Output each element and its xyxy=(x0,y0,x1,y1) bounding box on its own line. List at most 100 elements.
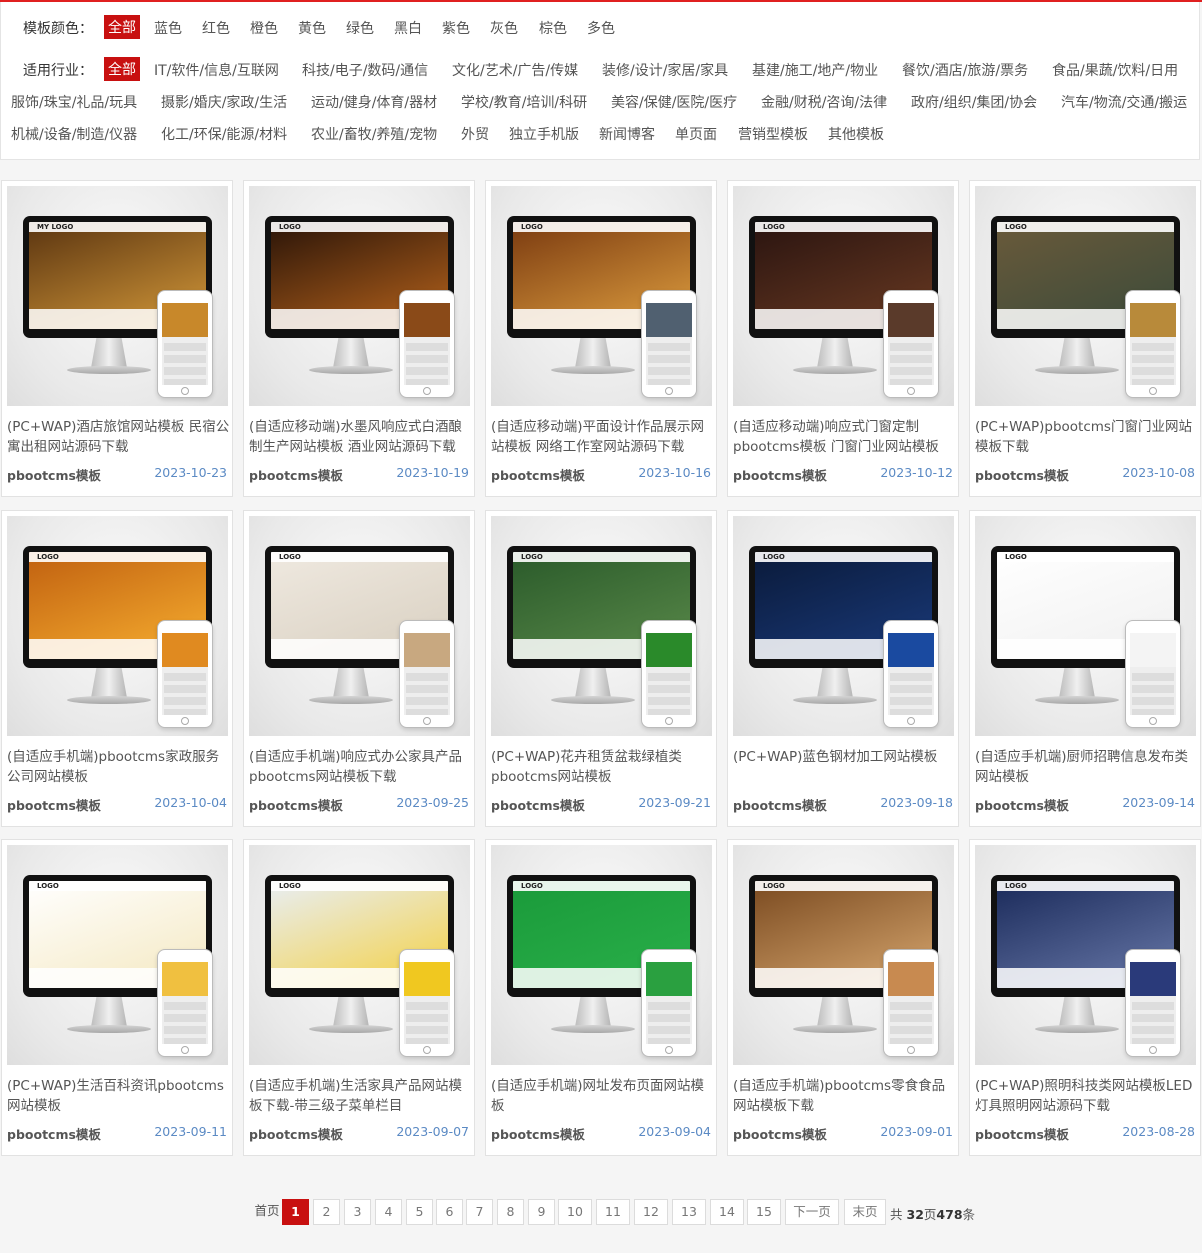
pager-page[interactable]: 8 xyxy=(497,1199,524,1225)
industry-filter-row: 适用行业： 全部 IT/软件/信息/互联网 科技/电子/数码/通信 文化/艺术/广告/… xyxy=(1,56,1199,84)
industry-filter-option[interactable]: 化工/环保/能源/材料 xyxy=(161,124,287,144)
pager-current-page[interactable]: 1 xyxy=(282,1199,309,1225)
template-card[interactable]: LOGO (PC+WAP)蓝色钢材加工网站模板 pbootcms模板 2023-09-… xyxy=(727,510,959,827)
template-card[interactable]: LOGO (自适应手机端)生活家具产品网站模板下载-带三级子菜单栏目 pbootcm… xyxy=(243,839,475,1156)
industry-filter-option[interactable]: 营销型模板 xyxy=(738,124,808,144)
template-title-link[interactable]: (PC+WAP)pbootcms门窗门业网站模板下载 xyxy=(975,417,1199,459)
template-card[interactable]: LOGO (PC+WAP)生活百科资讯pbootcms网站模板 pbootcms模板… xyxy=(1,839,233,1156)
template-card[interactable]: LOGO (PC+WAP)花卉租赁盆栽绿植类pbootcms网站模板 pbootcm… xyxy=(485,510,717,827)
industry-filter-option[interactable]: 文化/艺术/广告/传媒 xyxy=(452,60,578,80)
industry-filter-option[interactable]: 机械/设备/制造/仪器 xyxy=(11,124,137,144)
industry-filter-option[interactable]: 科技/电子/数码/通信 xyxy=(302,60,428,80)
color-filter-option[interactable]: 绿色 xyxy=(346,18,374,38)
industry-filter-all[interactable]: 全部 xyxy=(104,57,140,81)
pager-page[interactable]: 2 xyxy=(313,1199,340,1225)
template-title-link[interactable]: (PC+WAP)蓝色钢材加工网站模板 xyxy=(733,747,957,789)
pager-page[interactable]: 13 xyxy=(672,1199,706,1225)
color-filter-option[interactable]: 橙色 xyxy=(250,18,278,38)
industry-filter-option[interactable]: 学校/教育/培训/科研 xyxy=(461,92,587,112)
pager-page[interactable]: 4 xyxy=(375,1199,402,1225)
color-filter-all[interactable]: 全部 xyxy=(104,15,140,39)
template-thumbnail[interactable]: LOGO xyxy=(249,516,470,736)
industry-filter-option[interactable]: 外贸 xyxy=(461,124,489,144)
color-filter-option[interactable]: 蓝色 xyxy=(154,18,182,38)
template-title-link[interactable]: (自适应手机端)网址发布页面网站模板 xyxy=(491,1076,715,1118)
pager-page[interactable]: 10 xyxy=(558,1199,592,1225)
industry-filter-option[interactable]: 政府/组织/集团/协会 xyxy=(911,92,1037,112)
template-card[interactable]: LOGO (自适应手机端)网址发布页面网站模板 pbootcms模板 2023-09-… xyxy=(485,839,717,1156)
template-title-link[interactable]: (自适应手机端)厨师招聘信息发布类网站模板 xyxy=(975,747,1199,789)
pager-page[interactable]: 9 xyxy=(528,1199,555,1225)
template-thumbnail[interactable]: LOGO xyxy=(491,516,712,736)
template-title-link[interactable]: (自适应手机端)pbootcms零食食品网站模板下载 xyxy=(733,1076,957,1118)
template-title-link[interactable]: (自适应移动端)水墨风响应式白酒酿制生产网站模板 酒业网站源码下载 xyxy=(249,417,473,459)
template-thumbnail[interactable]: LOGO xyxy=(733,516,954,736)
pager-page[interactable]: 11 xyxy=(596,1199,630,1225)
template-title-link[interactable]: (自适应移动端)平面设计作品展示网站模板 网络工作室网站源码下载 xyxy=(491,417,715,459)
template-thumbnail[interactable]: LOGO xyxy=(249,845,470,1065)
template-card[interactable]: LOGO (PC+WAP)照明科技类网站模板LED灯具照明网站源码下载 pbootc… xyxy=(969,839,1201,1156)
pager-next[interactable]: 下一页 xyxy=(785,1199,839,1225)
template-thumbnail[interactable]: LOGO xyxy=(975,186,1196,406)
template-thumbnail[interactable]: LOGO xyxy=(975,845,1196,1065)
template-title-link[interactable]: (PC+WAP)花卉租赁盆栽绿植类pbootcms网站模板 xyxy=(491,747,715,789)
industry-filter-option[interactable]: 装修/设计/家居/家具 xyxy=(602,60,728,80)
color-filter-option[interactable]: 黄色 xyxy=(298,18,326,38)
industry-filter-option[interactable]: 其他模板 xyxy=(828,124,884,144)
template-card[interactable]: LOGO (自适应手机端)响应式办公家具产品pbootcms网站模板下载 pboot… xyxy=(243,510,475,827)
pager-first[interactable]: 首页 xyxy=(250,1199,284,1225)
industry-filter-option[interactable]: 独立手机版 xyxy=(509,124,579,144)
template-thumbnail[interactable]: LOGO xyxy=(249,186,470,406)
template-title-link[interactable]: (PC+WAP)酒店旅馆网站模板 民宿公寓出租网站源码下载 xyxy=(7,417,231,459)
pager-page[interactable]: 12 xyxy=(634,1199,668,1225)
template-title-link[interactable]: (自适应移动端)响应式门窗定制pbootcms模板 门窗门业网站模板 xyxy=(733,417,957,459)
pager-page[interactable]: 7 xyxy=(466,1199,493,1225)
template-thumbnail[interactable]: LOGO xyxy=(7,516,228,736)
pager-page[interactable]: 5 xyxy=(406,1199,433,1225)
template-title-link[interactable]: (自适应手机端)生活家具产品网站模板下载-带三级子菜单栏目 xyxy=(249,1076,473,1118)
industry-filter-option[interactable]: 餐饮/酒店/旅游/票务 xyxy=(902,60,1028,80)
color-filter-option[interactable]: 多色 xyxy=(587,18,615,38)
industry-filter-option[interactable]: 基建/施工/地产/物业 xyxy=(752,60,878,80)
template-card[interactable]: LOGO (自适应手机端)pbootcms零食食品网站模板下载 pbootcms模板… xyxy=(727,839,959,1156)
template-card[interactable]: LOGO (自适应移动端)响应式门窗定制pbootcms模板 门窗门业网站模板 pb… xyxy=(727,180,959,497)
industry-filter-option[interactable]: 摄影/婚庆/家政/生活 xyxy=(161,92,287,112)
pager-page[interactable]: 3 xyxy=(344,1199,371,1225)
template-thumbnail[interactable]: LOGO xyxy=(733,845,954,1065)
industry-filter-option[interactable]: 运动/健身/体育/器材 xyxy=(311,92,437,112)
template-card[interactable]: MY LOGO (PC+WAP)酒店旅馆网站模板 民宿公寓出租网站源码下载 pboo… xyxy=(1,180,233,497)
template-title-link[interactable]: (自适应手机端)响应式办公家具产品pbootcms网站模板下载 xyxy=(249,747,473,789)
industry-filter-option[interactable]: 农业/畜牧/养殖/宠物 xyxy=(311,124,437,144)
template-thumbnail[interactable]: LOGO xyxy=(491,186,712,406)
color-filter-option[interactable]: 红色 xyxy=(202,18,230,38)
industry-filter-option[interactable]: 单页面 xyxy=(675,124,717,144)
industry-filter-option[interactable]: IT/软件/信息/互联网 xyxy=(154,60,279,80)
template-thumbnail[interactable]: LOGO xyxy=(733,186,954,406)
template-thumbnail[interactable]: MY LOGO xyxy=(7,186,228,406)
template-card[interactable]: LOGO (PC+WAP)pbootcms门窗门业网站模板下载 pbootcms模板… xyxy=(969,180,1201,497)
color-filter-option[interactable]: 棕色 xyxy=(539,18,567,38)
pager-page[interactable]: 6 xyxy=(436,1199,463,1225)
template-card[interactable]: LOGO (自适应移动端)水墨风响应式白酒酿制生产网站模板 酒业网站源码下载 pbo… xyxy=(243,180,475,497)
industry-filter-option[interactable]: 金融/财税/咨询/法律 xyxy=(761,92,887,112)
color-filter-option[interactable]: 黑白 xyxy=(394,18,422,38)
industry-filter-option[interactable]: 美容/保健/医院/医疗 xyxy=(611,92,737,112)
template-thumbnail[interactable]: LOGO xyxy=(7,845,228,1065)
template-title-link[interactable]: (自适应手机端)pbootcms家政服务公司网站模板 xyxy=(7,747,231,789)
industry-filter-option[interactable]: 服饰/珠宝/礼品/玩具 xyxy=(11,92,137,112)
industry-filter-option[interactable]: 汽车/物流/交通/搬运 xyxy=(1061,92,1187,112)
template-card[interactable]: LOGO (自适应移动端)平面设计作品展示网站模板 网络工作室网站源码下载 pboo… xyxy=(485,180,717,497)
template-title-link[interactable]: (PC+WAP)照明科技类网站模板LED灯具照明网站源码下载 xyxy=(975,1076,1199,1118)
pager-page[interactable]: 15 xyxy=(747,1199,781,1225)
template-title-link[interactable]: (PC+WAP)生活百科资讯pbootcms网站模板 xyxy=(7,1076,231,1118)
industry-filter-option[interactable]: 食品/果蔬/饮料/日用 xyxy=(1052,60,1178,80)
industry-filter-option[interactable]: 新闻博客 xyxy=(599,124,655,144)
template-card[interactable]: LOGO (自适应手机端)厨师招聘信息发布类网站模板 pbootcms模板 2023-… xyxy=(969,510,1201,827)
template-thumbnail[interactable]: LOGO xyxy=(491,845,712,1065)
pager-last[interactable]: 末页 xyxy=(844,1199,886,1225)
template-thumbnail[interactable]: LOGO xyxy=(975,516,1196,736)
color-filter-option[interactable]: 紫色 xyxy=(442,18,470,38)
pager-page[interactable]: 14 xyxy=(710,1199,744,1225)
color-filter-option[interactable]: 灰色 xyxy=(490,18,518,38)
template-card[interactable]: LOGO (自适应手机端)pbootcms家政服务公司网站模板 pbootcms模板… xyxy=(1,510,233,827)
